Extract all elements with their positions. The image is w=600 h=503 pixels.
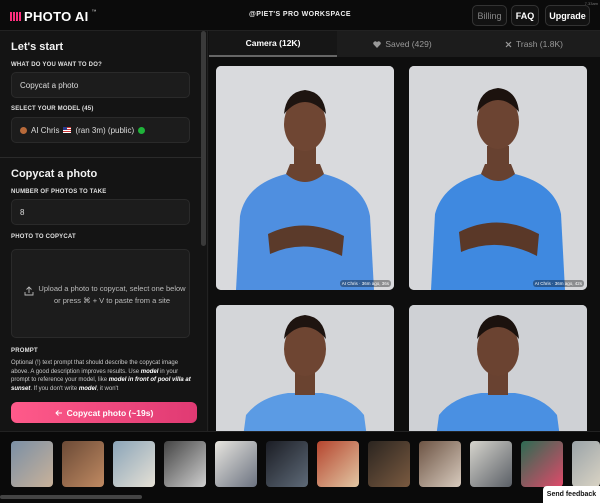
prompt-help-keyword: model (78, 385, 97, 392)
num-photos-input[interactable]: 8 (11, 199, 190, 225)
thumbnail[interactable] (470, 441, 512, 487)
thumbnail[interactable] (419, 441, 461, 487)
prompt-help-part: . If you don't write (30, 385, 79, 392)
strip-scrollbar[interactable] (0, 495, 142, 499)
portrait-image (409, 305, 587, 431)
tab-trash-label: Trash (1.8K) (516, 39, 563, 49)
copycat-thumbnail-strip (0, 431, 600, 503)
status-dot-icon (138, 126, 146, 134)
sidebar-scrollbar[interactable] (201, 31, 206, 246)
portrait-image (216, 66, 394, 290)
generated-photo[interactable] (409, 305, 587, 431)
upgrade-button[interactable]: Upgrade (545, 5, 590, 26)
upload-dropzone[interactable]: Upload a photo to copycat, select one be… (11, 249, 190, 338)
want-label: WHAT DO YOU WANT TO DO? (11, 62, 102, 68)
lets-start-heading: Let's start (11, 41, 64, 53)
portrait-image (409, 66, 587, 290)
photo-caption: AI Chris · 36m ago, 36s (339, 280, 391, 287)
num-photos-value: 8 (20, 207, 25, 217)
tab-camera[interactable]: Camera (12K) (209, 31, 337, 57)
model-label: SELECT YOUR MODEL (45) (11, 106, 94, 112)
tab-camera-label: Camera (12K) (245, 38, 301, 48)
close-icon (505, 41, 512, 47)
action-select-value: Copycat a photo (20, 80, 79, 90)
faq-button[interactable]: FAQ (511, 5, 539, 26)
copycat-photo-label: Copycat photo (~19s) (66, 407, 154, 418)
thumbnail[interactable] (521, 441, 563, 487)
photo-caption: AI Chris · 36m ago, 42s (532, 280, 584, 287)
num-photos-label: NUMBER OF PHOTOS TO TAKE (11, 189, 107, 195)
thumbnail[interactable] (164, 441, 206, 487)
tab-saved[interactable]: Saved (429) (337, 31, 468, 57)
section-divider (0, 157, 201, 158)
thumbnail[interactable] (11, 441, 53, 487)
upload-icon (24, 286, 34, 296)
thumbnail[interactable] (62, 441, 104, 487)
photo-copycat-label: PHOTO TO COPYCAT (11, 234, 76, 240)
heart-icon (373, 40, 382, 48)
copycat-photo-button[interactable]: Copycat photo (~19s) (11, 402, 197, 423)
workspace-title[interactable]: @PIET'S PRO WORKSPACE (0, 11, 600, 18)
copycat-heading: Copycat a photo (11, 168, 98, 180)
portrait-image (216, 305, 394, 431)
model-select[interactable]: AI Chris (ran 3m) (public) (11, 117, 190, 143)
action-select[interactable]: Copycat a photo (11, 72, 190, 98)
model-avatar-icon (20, 126, 27, 134)
thumbnail[interactable] (317, 441, 359, 487)
camera-shutter-icon (54, 409, 62, 416)
generated-photo[interactable] (216, 305, 394, 431)
billing-button[interactable]: Billing (472, 5, 507, 26)
model-name: AI Chris (31, 125, 60, 135)
thumbnail[interactable] (368, 441, 410, 487)
thumbnail[interactable] (215, 441, 257, 487)
generated-photo[interactable]: AI Chris · 36m ago, 36s (216, 66, 394, 290)
clock-text: 7.33am (584, 1, 598, 6)
send-feedback-button[interactable]: Send feedback (543, 486, 600, 503)
thumbnail[interactable] (266, 441, 308, 487)
top-bar: PHOTO AI ™ @PIET'S PRO WORKSPACE Billing… (0, 0, 600, 31)
generated-photo[interactable]: AI Chris · 36m ago, 42s (409, 66, 587, 290)
photo-grid: AI Chris · 36m ago, 36s AI Chris · 36m a… (209, 57, 600, 431)
tab-saved-label: Saved (429) (385, 39, 432, 49)
us-flag-icon (63, 127, 72, 133)
sidebar: Let's start WHAT DO YOU WANT TO DO? Copy… (0, 31, 208, 431)
prompt-help-text: Optional (!) text prompt that should des… (11, 359, 195, 393)
model-meta: (ran 3m) (public) (75, 125, 135, 135)
upload-hint: Upload a photo to copycat, select one be… (38, 284, 186, 305)
tab-trash[interactable]: Trash (1.8K) (468, 31, 600, 57)
thumbnail[interactable] (572, 441, 600, 487)
gallery-tabs: Camera (12K) Saved (429) Trash (1.8K) (209, 31, 600, 57)
prompt-help-keyword: model (140, 368, 159, 375)
thumbnail[interactable] (113, 441, 155, 487)
prompt-help-part: , it won't (96, 385, 119, 392)
prompt-label: PROMPT (11, 348, 38, 354)
